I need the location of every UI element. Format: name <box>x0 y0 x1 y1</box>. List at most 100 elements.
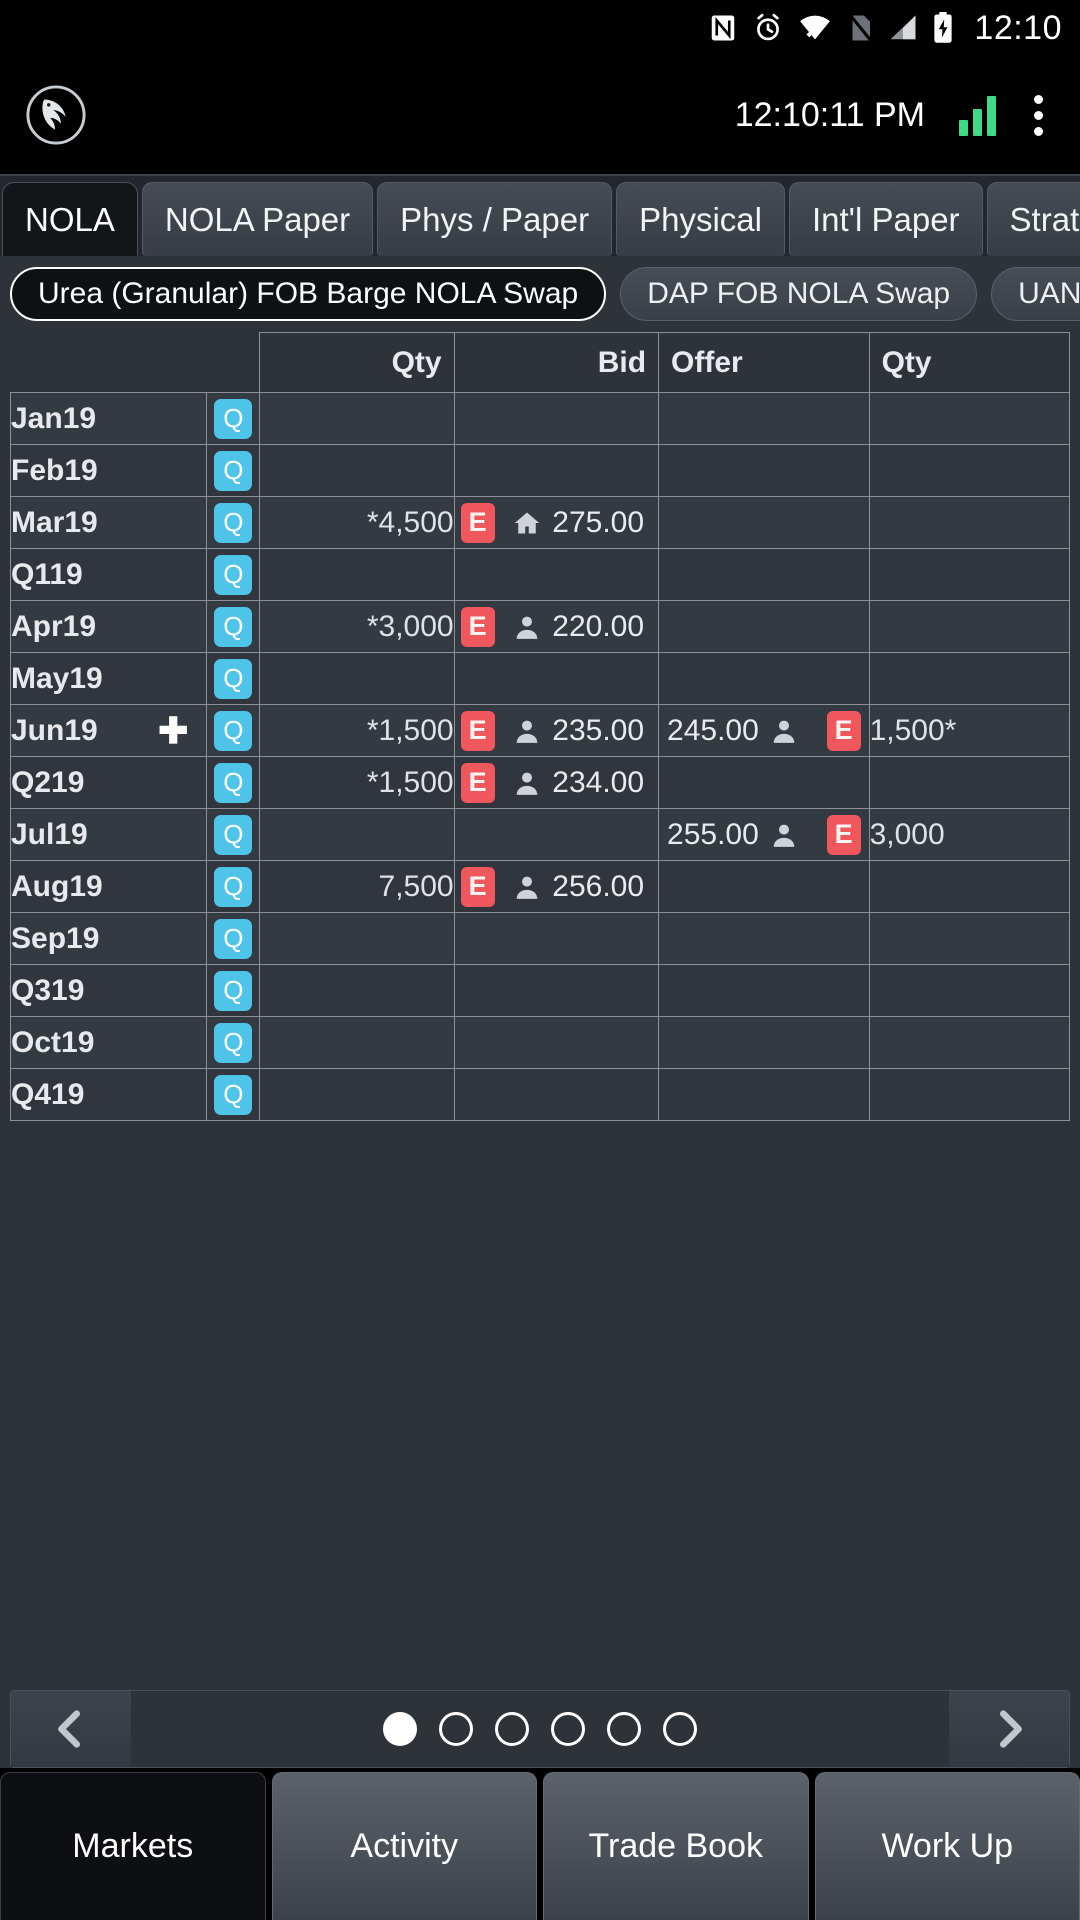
bid-cell[interactable] <box>453 392 660 445</box>
table-row[interactable]: Aug19 Q 7,500 E 256.00 <box>9 860 1071 913</box>
row-period-cell[interactable]: Jun19 ✚ <box>9 704 208 757</box>
table-row[interactable]: Feb19 Q <box>9 444 1071 497</box>
quote-request-cell[interactable]: Q <box>206 704 261 757</box>
overflow-menu-icon[interactable] <box>1034 94 1044 136</box>
table-row[interactable]: Q119 Q <box>9 548 1071 601</box>
quote-request-cell[interactable]: Q <box>206 444 261 497</box>
product-chip-0[interactable]: Urea (Granular) FOB Barge NOLA Swap <box>10 267 607 321</box>
offer-cell[interactable] <box>658 600 870 653</box>
offer-qty-cell[interactable]: 3,000 <box>868 808 1071 861</box>
offer-qty-cell[interactable] <box>868 756 1071 809</box>
bid-cell[interactable]: E 220.00 <box>453 600 660 653</box>
tab-int-l-paper[interactable]: Int'l Paper <box>788 182 983 256</box>
offer-qty-cell[interactable] <box>868 860 1071 913</box>
quote-request-cell[interactable]: Q <box>206 756 261 809</box>
row-period-cell[interactable]: Oct19 <box>9 1016 208 1069</box>
quote-request-cell[interactable]: Q <box>206 392 261 445</box>
offer-qty-cell[interactable] <box>868 652 1071 705</box>
row-period-cell[interactable]: Jul19 <box>9 808 208 861</box>
quote-request-cell[interactable]: Q <box>206 860 261 913</box>
offer-cell[interactable] <box>658 496 870 549</box>
quote-request-cell[interactable]: Q <box>206 548 261 601</box>
offer-cell[interactable] <box>658 652 870 705</box>
quote-button[interactable]: Q <box>214 866 253 907</box>
product-chip-1[interactable]: DAP FOB NOLA Swap <box>620 267 978 321</box>
row-period-cell[interactable]: Mar19 <box>9 496 208 549</box>
bid-cell[interactable] <box>453 912 660 965</box>
quote-request-cell[interactable]: Q <box>206 912 261 965</box>
edit-order-button[interactable]: E <box>460 502 495 543</box>
quote-request-cell[interactable]: Q <box>206 964 261 1017</box>
quote-request-cell[interactable]: Q <box>206 652 261 705</box>
quote-button[interactable]: Q <box>214 1074 253 1115</box>
nav-markets[interactable]: Markets <box>0 1772 266 1920</box>
pagination-dot-2[interactable] <box>439 1712 473 1746</box>
bid-qty-cell[interactable] <box>259 1068 455 1121</box>
bid-cell[interactable]: E 234.00 <box>453 756 660 809</box>
quote-button[interactable]: Q <box>214 398 253 439</box>
table-row[interactable]: Oct19 Q <box>9 1016 1071 1069</box>
offer-qty-cell[interactable]: 1,500* <box>868 704 1071 757</box>
bid-cell[interactable] <box>453 808 660 861</box>
bid-cell[interactable] <box>453 548 660 601</box>
edit-order-button[interactable]: E <box>460 710 495 751</box>
offer-cell[interactable] <box>658 912 870 965</box>
bid-qty-cell[interactable]: *4,500 <box>259 496 455 549</box>
offer-cell[interactable] <box>658 444 870 497</box>
pagination-dots[interactable] <box>383 1712 697 1746</box>
offer-cell[interactable] <box>658 1016 870 1069</box>
quote-request-cell[interactable]: Q <box>206 808 261 861</box>
quote-request-cell[interactable]: Q <box>206 1068 261 1121</box>
edit-order-button[interactable]: E <box>826 814 861 855</box>
quote-button[interactable]: Q <box>214 1022 253 1063</box>
offer-cell[interactable] <box>658 964 870 1017</box>
bid-qty-cell[interactable]: *1,500 <box>259 756 455 809</box>
edit-order-button[interactable]: E <box>826 710 861 751</box>
pagination-dot-6[interactable] <box>663 1712 697 1746</box>
offer-cell[interactable]: 245.00 E <box>658 704 870 757</box>
pagination-dot-4[interactable] <box>551 1712 585 1746</box>
bid-qty-cell[interactable] <box>259 548 455 601</box>
offer-cell[interactable]: 255.00 E <box>658 808 870 861</box>
chevron-right-icon[interactable] <box>949 1691 1069 1767</box>
offer-cell[interactable] <box>658 860 870 913</box>
tab-physical[interactable]: Physical <box>616 182 785 256</box>
quote-request-cell[interactable]: Q <box>206 496 261 549</box>
edit-order-button[interactable]: E <box>460 762 495 803</box>
offer-cell[interactable] <box>658 756 870 809</box>
bid-cell[interactable] <box>453 652 660 705</box>
row-period-cell[interactable]: Q119 <box>9 548 208 601</box>
table-row[interactable]: Q319 Q <box>9 964 1071 1017</box>
bid-cell[interactable] <box>453 1016 660 1069</box>
bid-qty-cell[interactable] <box>259 444 455 497</box>
nav-activity[interactable]: Activity <box>271 1772 537 1920</box>
row-period-cell[interactable]: Aug19 <box>9 860 208 913</box>
table-row[interactable]: Jul19 Q 255.00 E 3,000 <box>9 808 1071 861</box>
row-period-cell[interactable]: Sep19 <box>9 912 208 965</box>
bottom-navigation[interactable]: Markets Activity Trade Book Work Up <box>0 1768 1080 1920</box>
quote-button[interactable]: Q <box>214 710 253 751</box>
edit-order-button[interactable]: E <box>460 866 495 907</box>
quote-button[interactable]: Q <box>214 606 253 647</box>
quote-button[interactable]: Q <box>214 814 253 855</box>
pagination-dot-1[interactable] <box>383 1712 417 1746</box>
signal-strength-icon[interactable] <box>959 94 996 136</box>
quote-request-cell[interactable]: Q <box>206 600 261 653</box>
bid-cell[interactable] <box>453 964 660 1017</box>
row-period-cell[interactable]: Q219 <box>9 756 208 809</box>
product-chip-2[interactable]: UAN FOB NOLA Swap <box>991 267 1080 321</box>
offer-cell[interactable] <box>658 548 870 601</box>
row-period-cell[interactable]: Apr19 <box>9 600 208 653</box>
quote-button[interactable]: Q <box>214 970 253 1011</box>
row-period-cell[interactable]: Feb19 <box>9 444 208 497</box>
bid-qty-cell[interactable] <box>259 808 455 861</box>
offer-cell[interactable] <box>658 1068 870 1121</box>
table-row[interactable]: Sep19 Q <box>9 912 1071 965</box>
tab-nola[interactable]: NOLA <box>2 182 138 256</box>
expand-strip-icon[interactable]: ✚ <box>158 712 188 749</box>
pagination-dot-3[interactable] <box>495 1712 529 1746</box>
table-row[interactable]: Q419 Q <box>9 1068 1071 1121</box>
table-row[interactable]: Mar19 Q *4,500 E 275.00 <box>9 496 1071 549</box>
quote-button[interactable]: Q <box>214 502 253 543</box>
bid-qty-cell[interactable]: *3,000 <box>259 600 455 653</box>
